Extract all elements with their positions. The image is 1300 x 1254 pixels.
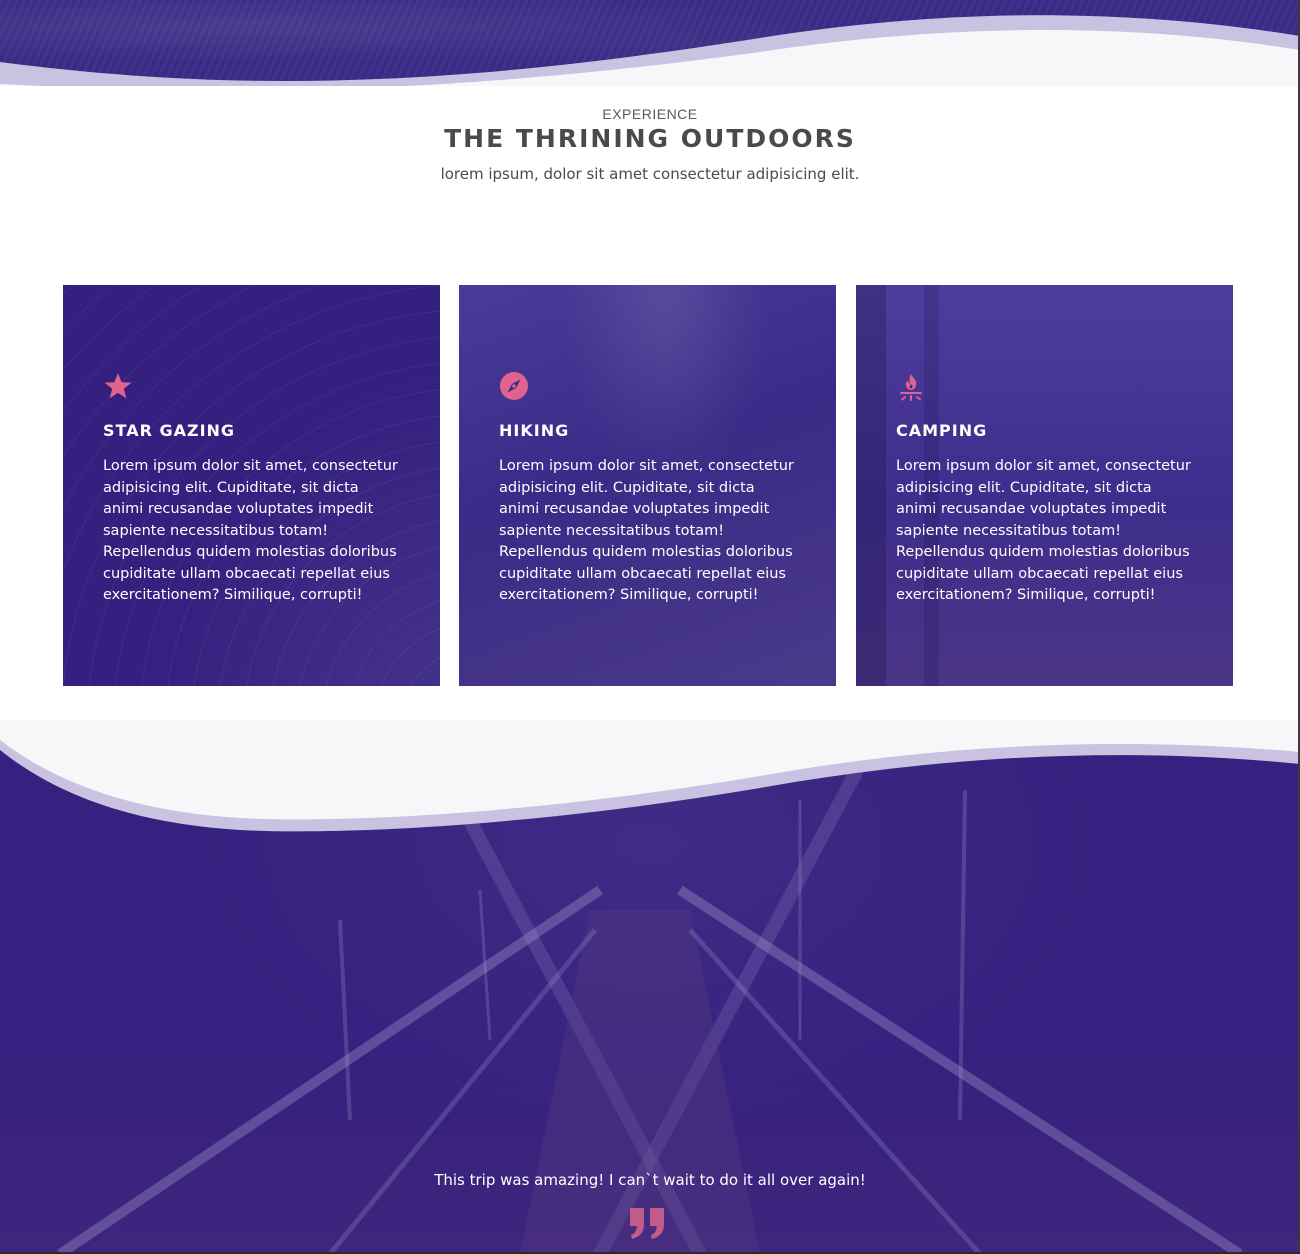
star-icon	[104, 373, 132, 399]
bottom-wave-divider	[0, 690, 1300, 832]
quote-icon	[630, 1208, 664, 1239]
top-wave-divider	[0, 15, 1300, 95]
card-title: STAR GAZING	[103, 421, 236, 440]
card-text: Lorem ipsum dolor sit amet, consectetur …	[103, 458, 398, 603]
card-star-gazing: STAR GAZING Lorem ipsum dolor sit amet, …	[63, 285, 440, 686]
testimonial-text: This trip was amazing! I can`t wait to d…	[434, 1171, 866, 1189]
card-text: Lorem ipsum dolor sit amet, consectetur …	[896, 458, 1191, 603]
compass-icon	[500, 372, 528, 400]
card-hiking: HIKING Lorem ipsum dolor sit amet, conse…	[459, 285, 836, 686]
card-title: HIKING	[499, 421, 570, 440]
card-camping: CAMPING Lorem ipsum dolor sit amet, cons…	[856, 285, 1233, 686]
page: EXPERIENCE THE THRINING OUTDOORS lorem i…	[0, 0, 1300, 1254]
card-title: CAMPING	[896, 421, 988, 440]
card-text: Lorem ipsum dolor sit amet, consectetur …	[499, 458, 794, 603]
section-subtitle: lorem ipsum, dolor sit amet consectetur …	[440, 165, 860, 183]
section-title: THE THRINING OUTDOORS	[444, 124, 856, 153]
campfire-icon	[900, 374, 922, 401]
section-eyebrow: EXPERIENCE	[602, 106, 698, 122]
